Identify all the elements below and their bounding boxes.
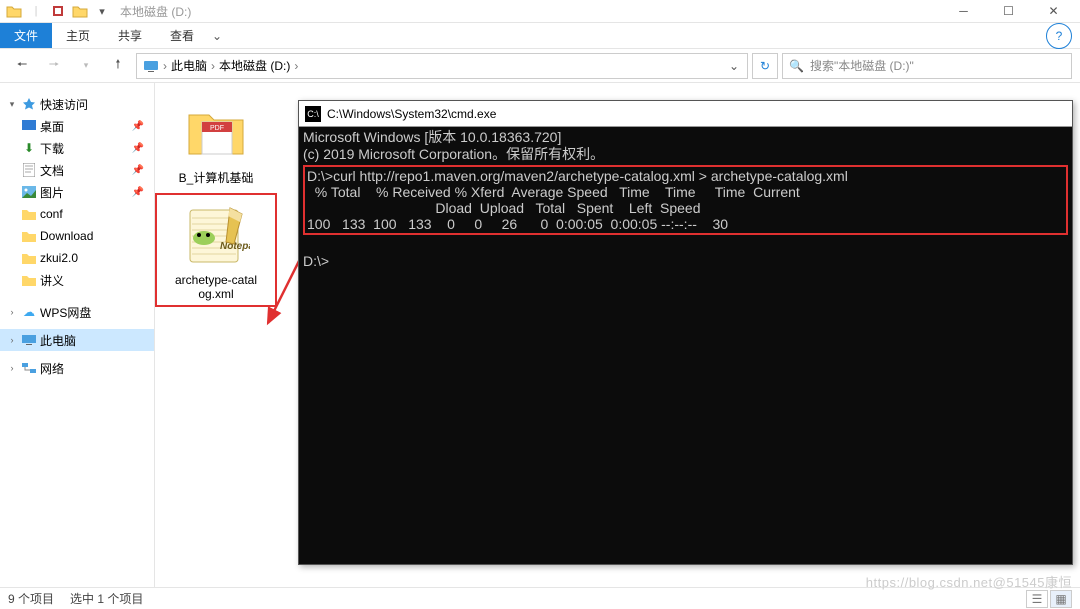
breadcrumb-drive[interactable]: 本地磁盘 (D:)	[217, 57, 292, 74]
refresh-button[interactable]: ↻	[752, 53, 778, 79]
documents-icon	[20, 162, 38, 178]
status-selected: 选中 1 个项目	[70, 590, 143, 607]
sidebar-item-lecture[interactable]: 讲义	[0, 269, 154, 291]
sidebar-quick-access[interactable]: ▾ 快速访问	[0, 93, 154, 115]
sidebar-wps[interactable]: › ☁ WPS网盘	[0, 301, 154, 323]
folder-icon	[20, 272, 38, 288]
sidebar-item-label: 文档	[40, 162, 64, 179]
sidebar-item-label: zkui2.0	[40, 251, 78, 265]
close-button[interactable]: ✕	[1031, 0, 1076, 23]
search-placeholder: 搜索"本地磁盘 (D:)"	[810, 57, 914, 74]
breadcrumb-sep-icon: ›	[292, 59, 300, 73]
address-bar[interactable]: › 此电脑 › 本地磁盘 (D:) › ⌄	[136, 53, 748, 79]
quick-access-icon	[20, 96, 38, 112]
pin-icon: 📌	[132, 121, 148, 132]
sidebar-item-documents[interactable]: 文档 📌	[0, 159, 154, 181]
navbar: 🠔 🠖 ▾ 🠕 › 此电脑 › 本地磁盘 (D:) › ⌄ ↻ 🔍 搜索"本地磁…	[0, 48, 1080, 83]
notepadpp-file-icon: Notepad	[181, 199, 251, 269]
pin-icon: 📌	[132, 165, 148, 176]
qat-separator-icon: |	[26, 1, 46, 21]
downloads-icon: ⬇	[20, 140, 38, 156]
qat-dropdown-icon[interactable]: ▾	[92, 1, 112, 21]
chevron-down-icon[interactable]: ▾	[6, 99, 18, 110]
file-pane[interactable]: PDF B_计算机基础 Notepad archetype-catalog.xm…	[155, 83, 290, 587]
breadcrumb-pc-icon[interactable]	[141, 59, 161, 73]
cmd-title-text: C:\Windows\System32\cmd.exe	[327, 107, 496, 121]
maximize-button[interactable]: ☐	[986, 0, 1031, 23]
sidebar-label: WPS网盘	[40, 304, 91, 321]
tab-share[interactable]: 共享	[104, 23, 156, 48]
sidebar-item-label: conf	[40, 207, 63, 221]
sidebar-item-download[interactable]: Download	[0, 225, 154, 247]
svg-text:PDF: PDF	[210, 125, 224, 132]
folder-icon	[20, 206, 38, 222]
file-label: archetype-catalog.xml	[161, 273, 271, 301]
chevron-right-icon[interactable]: ›	[6, 363, 18, 373]
search-input[interactable]: 🔍 搜索"本地磁盘 (D:)"	[782, 53, 1072, 79]
folder-icon	[20, 228, 38, 244]
sidebar-item-label: 讲义	[40, 272, 64, 289]
chevron-right-icon[interactable]: ›	[6, 335, 18, 345]
view-icons-button[interactable]: ▦	[1050, 590, 1072, 608]
up-button[interactable]: 🠕	[104, 52, 132, 80]
sidebar-item-label: 下载	[40, 140, 64, 157]
network-icon	[20, 360, 38, 376]
cmd-window: C:\ C:\Windows\System32\cmd.exe Microsof…	[298, 100, 1073, 565]
pictures-icon	[20, 184, 38, 200]
wps-cloud-icon: ☁	[20, 304, 38, 320]
file-label: B_计算机基础	[161, 171, 271, 185]
back-button[interactable]: 🠔	[8, 52, 36, 80]
sidebar-label: 快速访问	[40, 96, 88, 113]
sidebar-item-pictures[interactable]: 图片 📌	[0, 181, 154, 203]
thispc-icon	[20, 332, 38, 348]
help-button[interactable]: ?	[1046, 23, 1072, 49]
ribbon-expand-icon[interactable]: ⌄	[208, 29, 226, 43]
pin-icon: 📌	[132, 187, 148, 198]
watermark: https://blog.csdn.net@51545康恒	[866, 572, 1072, 591]
cmd-icon: C:\	[305, 106, 321, 122]
breadcrumb-thispc[interactable]: 此电脑	[169, 57, 209, 74]
sidebar-item-label: Download	[40, 229, 93, 243]
cmd-titlebar[interactable]: C:\ C:\Windows\System32\cmd.exe	[299, 101, 1072, 127]
sidebar-thispc[interactable]: › 此电脑	[0, 329, 154, 351]
status-count: 9 个项目	[8, 590, 54, 607]
sidebar-label: 网络	[40, 360, 64, 377]
file-item-folder[interactable]: PDF B_计算机基础	[161, 97, 271, 185]
history-dropdown-icon[interactable]: ▾	[72, 52, 100, 80]
folder-app-icon	[4, 1, 24, 21]
svg-text:Notepad: Notepad	[220, 241, 250, 252]
tab-file[interactable]: 文件	[0, 23, 52, 48]
sidebar-item-downloads[interactable]: ⬇ 下载 📌	[0, 137, 154, 159]
properties-icon[interactable]	[48, 1, 68, 21]
tab-view[interactable]: 查看	[156, 23, 208, 48]
sidebar: ▾ 快速访问 桌面 📌 ⬇ 下载 📌 文档 📌 图片 📌 conf Download	[0, 83, 155, 587]
search-icon: 🔍	[789, 59, 804, 73]
sidebar-item-desktop[interactable]: 桌面 📌	[0, 115, 154, 137]
folder-thumbnail-icon: PDF	[181, 97, 251, 167]
titlebar: | ▾ 本地磁盘 (D:) ─ ☐ ✕	[0, 0, 1080, 23]
cmd-highlighted-block: D:\>curl http://repo1.maven.org/maven2/a…	[303, 165, 1068, 235]
chevron-right-icon[interactable]: ›	[6, 307, 18, 317]
cmd-output[interactable]: Microsoft Windows [版本 10.0.18363.720] (c…	[299, 127, 1072, 272]
sidebar-item-zkui[interactable]: zkui2.0	[0, 247, 154, 269]
folder-icon	[20, 250, 38, 266]
view-details-button[interactable]: ☰	[1026, 590, 1048, 608]
address-dropdown-icon[interactable]: ⌄	[725, 59, 743, 73]
file-item-archetype[interactable]: Notepad archetype-catalog.xml	[161, 199, 271, 301]
pin-icon: 📌	[132, 143, 148, 154]
forward-button[interactable]: 🠖	[40, 52, 68, 80]
sidebar-network[interactable]: › 网络	[0, 357, 154, 379]
sidebar-item-label: 图片	[40, 184, 64, 201]
sidebar-label: 此电脑	[40, 332, 76, 349]
breadcrumb-sep-icon: ›	[161, 59, 169, 73]
breadcrumb-sep-icon: ›	[209, 59, 217, 73]
ribbon-tabs: 文件 主页 共享 查看 ⌄ ?	[0, 23, 1080, 48]
tab-home[interactable]: 主页	[52, 23, 104, 48]
window-title: 本地磁盘 (D:)	[120, 3, 191, 20]
desktop-icon	[20, 118, 38, 134]
sidebar-item-conf[interactable]: conf	[0, 203, 154, 225]
new-folder-icon[interactable]	[70, 1, 90, 21]
sidebar-item-label: 桌面	[40, 118, 64, 135]
minimize-button[interactable]: ─	[941, 0, 986, 23]
